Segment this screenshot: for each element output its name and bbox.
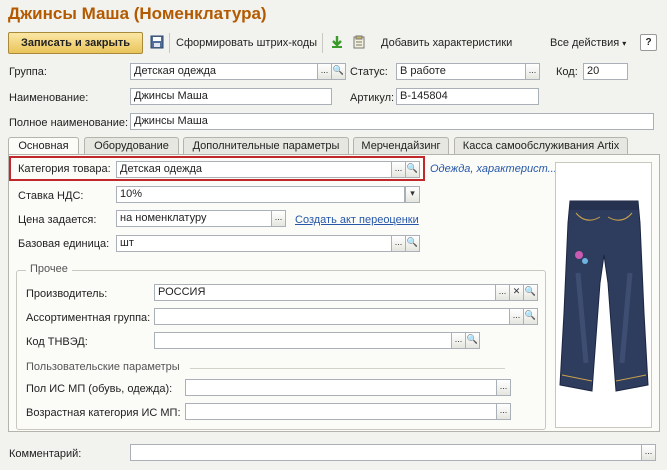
article-field[interactable]: В-145804: [396, 88, 539, 105]
save-icon[interactable]: [150, 35, 164, 49]
all-actions-label: Все действия: [550, 37, 620, 49]
code-label: Код:: [556, 66, 578, 78]
create-revaluation-link[interactable]: Создать акт переоценки: [295, 214, 419, 226]
article-label: Артикул:: [350, 92, 395, 104]
assortment-label: Ассортиментная группа:: [26, 312, 151, 324]
tnved-label: Код ТНВЭД:: [26, 336, 88, 348]
tab-bar: Основная Оборудование Дополнительные пар…: [8, 137, 660, 156]
tnved-select-button[interactable]: ...: [451, 332, 466, 349]
vat-field[interactable]: 10%: [116, 186, 405, 203]
category-label: Категория товара:: [18, 163, 111, 175]
search-icon[interactable]: 🔍: [405, 161, 420, 178]
gender-select-button[interactable]: ...: [496, 379, 511, 396]
status-select-button[interactable]: ...: [525, 63, 540, 80]
clipboard-icon[interactable]: [352, 35, 366, 49]
manufacturer-field[interactable]: РОССИЯ: [154, 284, 496, 301]
unit-label: Базовая единица:: [18, 238, 110, 250]
fullname-label: Полное наименование:: [9, 117, 129, 129]
comment-field[interactable]: [130, 444, 642, 461]
price-field[interactable]: на номенклатуру: [116, 210, 272, 227]
search-icon[interactable]: 🔍: [523, 284, 538, 301]
generate-barcodes-button[interactable]: Сформировать штрих-коды: [176, 34, 317, 52]
category-characteristics-link[interactable]: Одежда, характерист...: [430, 163, 557, 175]
search-icon[interactable]: 🔍: [331, 63, 346, 80]
download-icon[interactable]: [330, 35, 344, 49]
help-button[interactable]: ?: [640, 34, 657, 51]
unit-field[interactable]: шт: [116, 235, 392, 252]
manufacturer-select-button[interactable]: ...: [495, 284, 510, 301]
price-select-button[interactable]: ...: [271, 210, 286, 227]
clear-icon[interactable]: ✕: [509, 284, 524, 301]
add-characteristics-button[interactable]: Добавить характеристики: [381, 34, 512, 52]
vat-label: Ставка НДС:: [18, 190, 84, 202]
tab-equipment[interactable]: Оборудование: [84, 137, 179, 154]
age-select-button[interactable]: ...: [496, 403, 511, 420]
other-group-legend: Прочее: [26, 263, 72, 275]
all-actions-menu[interactable]: Все действия ▾: [550, 34, 626, 52]
user-params-heading: Пользовательские параметры: [26, 361, 180, 373]
status-field[interactable]: В работе: [396, 63, 526, 80]
window-title: Джинсы Маша (Номенклатура): [8, 4, 267, 23]
price-label: Цена задается:: [18, 214, 97, 226]
gender-field[interactable]: [185, 379, 497, 396]
search-icon[interactable]: 🔍: [465, 332, 480, 349]
dropdown-arrow-icon: ▾: [622, 39, 627, 48]
assortment-field[interactable]: [154, 308, 510, 325]
tab-additional-params[interactable]: Дополнительные параметры: [183, 137, 349, 154]
tab-merchandising[interactable]: Мерчендайзинг: [353, 137, 449, 154]
group-label: Группа:: [9, 66, 47, 78]
age-field[interactable]: [185, 403, 497, 420]
dropdown-arrow-icon[interactable]: ▾: [405, 186, 420, 203]
age-label: Возрастная категория ИС МП:: [26, 407, 181, 419]
status-label: Статус:: [350, 66, 388, 78]
category-field[interactable]: Детская одежда: [116, 161, 392, 178]
comment-select-button[interactable]: ...: [641, 444, 656, 461]
jeans-image: [559, 200, 649, 392]
comment-label: Комментарий:: [9, 448, 82, 460]
category-select-button[interactable]: ...: [391, 161, 406, 178]
unit-select-button[interactable]: ...: [391, 235, 406, 252]
gender-label: Пол ИС МП (обувь, одежда):: [26, 383, 173, 395]
fullname-field[interactable]: Джинсы Маша: [130, 113, 654, 130]
product-image[interactable]: [555, 162, 652, 428]
search-icon[interactable]: 🔍: [405, 235, 420, 252]
name-field[interactable]: Джинсы Маша: [130, 88, 332, 105]
group-field[interactable]: Детская одежда: [130, 63, 318, 80]
assortment-select-button[interactable]: ...: [509, 308, 524, 325]
group-select-button[interactable]: ...: [317, 63, 332, 80]
user-params-divider: [190, 368, 505, 369]
save-and-close-button[interactable]: Записать и закрыть: [8, 32, 143, 54]
tnved-field[interactable]: [154, 332, 452, 349]
tab-self-checkout[interactable]: Касса самообслуживания Artix: [454, 137, 628, 154]
manufacturer-label: Производитель:: [26, 288, 108, 300]
code-field[interactable]: 20: [583, 63, 628, 80]
search-icon[interactable]: 🔍: [523, 308, 538, 325]
name-label: Наименование:: [9, 92, 89, 104]
